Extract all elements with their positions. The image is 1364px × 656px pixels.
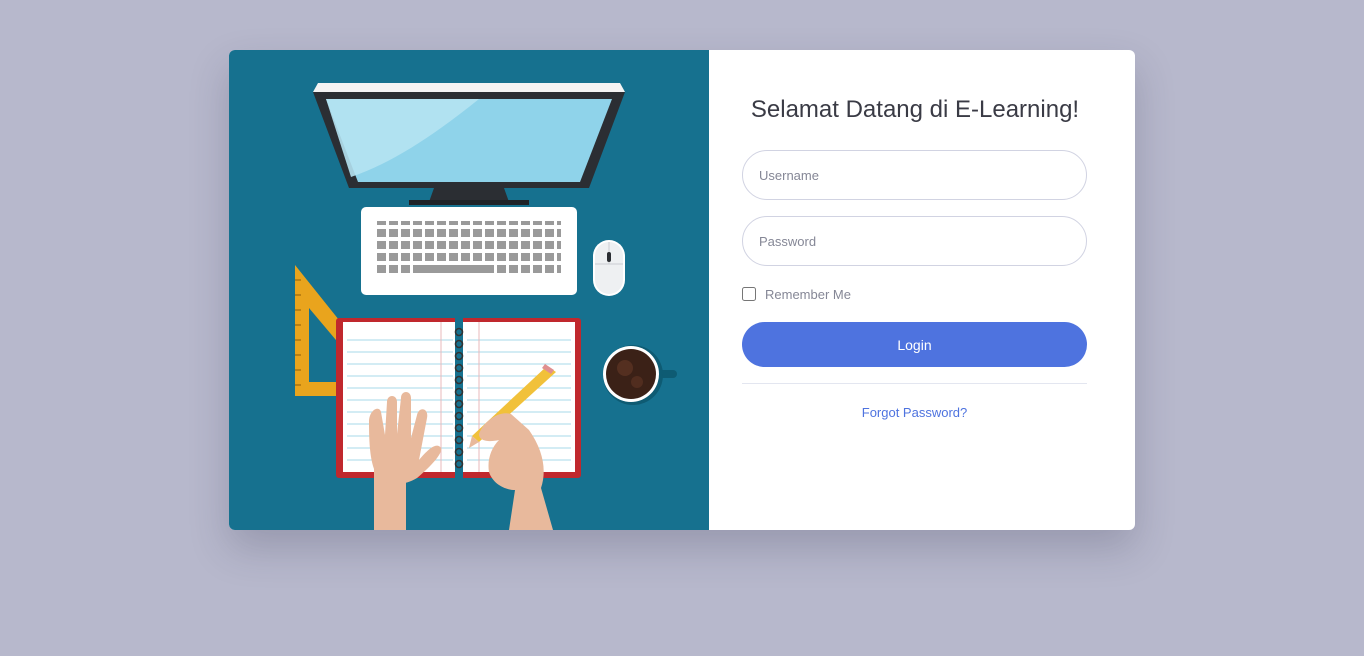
login-card: Selamat Datang di E-Learning! Remember M… <box>229 50 1135 530</box>
password-input[interactable] <box>742 216 1087 266</box>
page-title: Selamat Datang di E-Learning! <box>750 96 1080 123</box>
forgot-password-link[interactable]: Forgot Password? <box>742 405 1087 420</box>
remember-me-checkbox[interactable] <box>742 287 756 301</box>
login-button[interactable]: Login <box>742 322 1087 367</box>
login-form-panel: Selamat Datang di E-Learning! Remember M… <box>709 50 1135 530</box>
username-input[interactable] <box>742 150 1087 200</box>
monitor-icon <box>313 83 625 205</box>
desk-illustration <box>229 50 709 530</box>
mouse-icon <box>593 240 625 296</box>
remember-me-row: Remember Me <box>742 285 851 303</box>
keyboard-icon <box>361 207 577 295</box>
divider <box>742 383 1087 384</box>
coffee-cup-icon <box>603 345 677 405</box>
remember-me-label[interactable]: Remember Me <box>765 287 851 302</box>
